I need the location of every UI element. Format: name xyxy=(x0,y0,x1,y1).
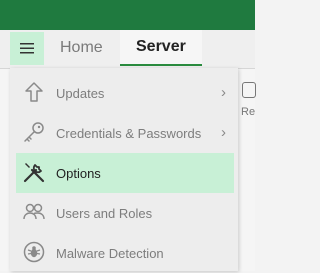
menu-item-users-and-roles[interactable]: Users and Roles xyxy=(16,193,234,233)
ribbon-partial-label: Re xyxy=(241,106,256,118)
hamburger-icon xyxy=(20,43,34,54)
menu-item-label: Updates xyxy=(56,86,105,101)
ribbon-tab-bar: Home Server xyxy=(0,30,255,69)
arrow-up-icon xyxy=(22,80,46,104)
title-bar xyxy=(0,0,255,30)
menu-item-label: Users and Roles xyxy=(56,206,153,221)
tab-server[interactable]: Server xyxy=(120,30,202,66)
ribbon-partial-button[interactable]: Re xyxy=(238,80,256,120)
database-icon xyxy=(242,82,256,98)
main-menu-button[interactable] xyxy=(10,32,44,65)
chevron-right-icon: › xyxy=(221,124,226,141)
menu-item-malware-detection[interactable]: Malware Detection xyxy=(16,233,234,273)
chevron-right-icon: › xyxy=(221,84,226,101)
users-icon xyxy=(22,200,46,224)
menu-item-label: Malware Detection xyxy=(56,246,164,261)
menu-item-options[interactable]: Options xyxy=(16,153,234,193)
main-menu-dropdown: Updates › Credentials & Passwords › Opti… xyxy=(10,68,238,271)
tab-home[interactable]: Home xyxy=(60,30,103,66)
menu-item-credentials-passwords[interactable]: Credentials & Passwords › xyxy=(16,113,234,153)
bug-shield-icon xyxy=(22,240,46,264)
key-icon xyxy=(22,120,46,144)
wrench-screwdriver-icon xyxy=(22,160,46,184)
menu-item-label: Credentials & Passwords xyxy=(56,126,202,141)
menu-item-label: Options xyxy=(56,166,101,181)
menu-item-updates[interactable]: Updates › xyxy=(16,73,234,113)
